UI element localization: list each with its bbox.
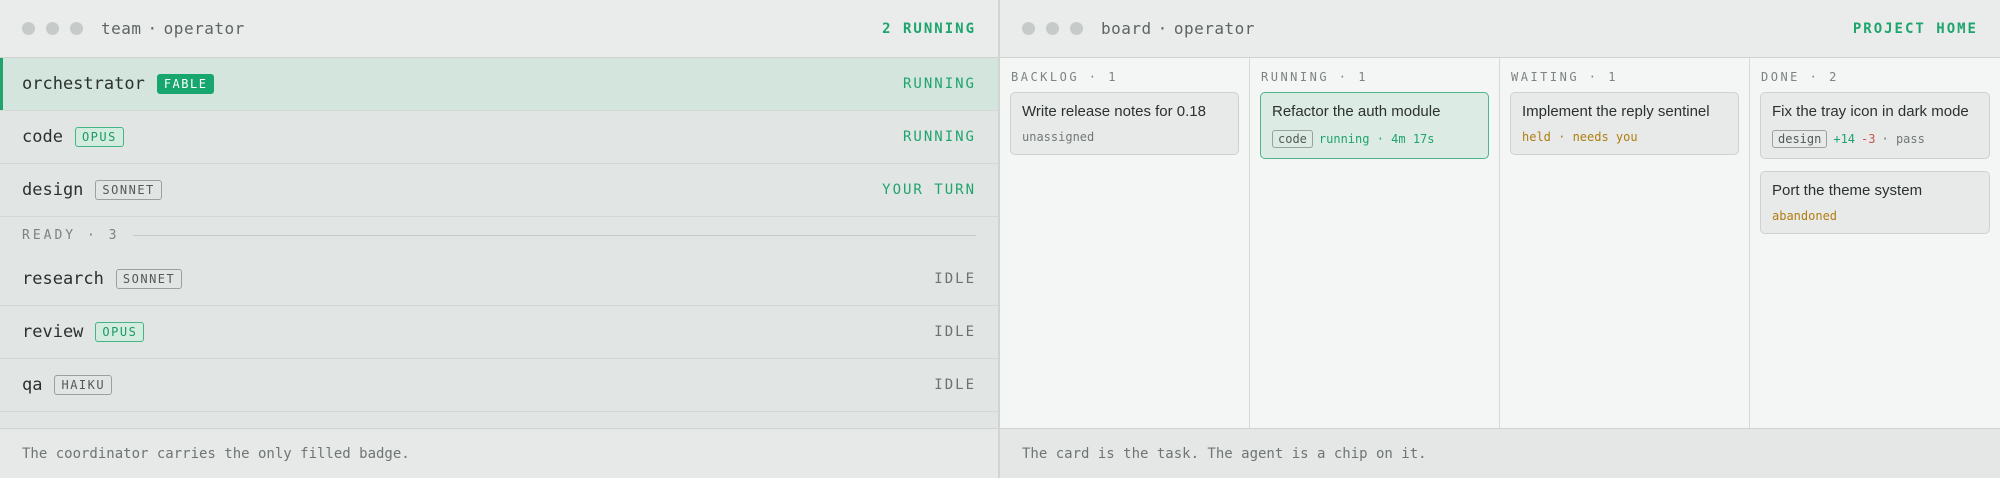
window-controls	[22, 22, 83, 35]
window-title-role: operator	[1173, 19, 1255, 38]
task-meta: held · needs you	[1522, 130, 1728, 144]
task-card[interactable]: Implement the reply sentinel held · need…	[1510, 92, 1739, 155]
agent-name: design	[22, 180, 84, 200]
agent-name: research	[22, 269, 104, 289]
minimize-dot-icon[interactable]	[1046, 22, 1059, 35]
agent-row-qa[interactable]: qa HAIKU IDLE	[0, 359, 998, 412]
window-title-app: team	[101, 19, 142, 38]
section-divider	[133, 234, 976, 236]
agent-chip[interactable]: code	[1272, 130, 1313, 148]
task-card[interactable]: Write release notes for 0.18 unassigned	[1010, 92, 1239, 155]
column-header: DONE · 2	[1761, 70, 1839, 84]
task-title: Fix the tray icon in dark mode	[1772, 103, 1969, 120]
board-footer-note: The card is the task. The agent is a chi…	[1000, 428, 2000, 478]
team-footer-note: The coordinator carries the only filled …	[0, 428, 998, 478]
agent-name: code	[22, 127, 63, 147]
agent-chip[interactable]: design	[1772, 130, 1828, 148]
task-status: abandoned	[1772, 209, 1838, 223]
agent-name: orchestrator	[22, 74, 145, 94]
lines-removed: -3	[1861, 132, 1876, 146]
task-card[interactable]: Refactor the auth module code running · …	[1260, 92, 1489, 159]
window-controls	[1022, 22, 1083, 35]
maximize-dot-icon[interactable]	[1070, 22, 1083, 35]
column-done: DONE · 2 Fix the tray icon in dark mode …	[1750, 58, 2000, 428]
agent-row-design[interactable]: design SONNET YOUR TURN	[0, 164, 998, 217]
minimize-dot-icon[interactable]	[46, 22, 59, 35]
agent-name: qa	[22, 375, 43, 395]
kanban-board: BACKLOG · 1 Write release notes for 0.18…	[1000, 58, 2000, 428]
window-title-role: operator	[163, 19, 245, 38]
agent-row-review[interactable]: review OPUS IDLE	[0, 306, 998, 359]
window-title-separator: ·	[1157, 19, 1168, 38]
model-badge: FABLE	[156, 74, 215, 94]
agent-name: review	[22, 322, 84, 342]
task-meta: code running · 4m 17s	[1272, 130, 1478, 148]
ready-section-header: READY · 3	[0, 217, 998, 253]
ready-section-label: READY · 3	[22, 227, 120, 243]
agent-status: IDLE	[934, 324, 976, 340]
agent-status: YOUR TURN	[882, 182, 976, 198]
project-home-link[interactable]: PROJECT HOME	[1853, 21, 1978, 37]
task-meta: unassigned	[1022, 130, 1228, 144]
board-window: board · operator PROJECT HOME BACKLOG · 1 …	[1000, 0, 2000, 478]
board-window-title: board · operator	[1101, 19, 1255, 38]
task-meta: design +14 -3 · pass	[1772, 130, 1979, 148]
team-titlebar: team · operator 2 RUNNING	[0, 0, 998, 58]
column-running: RUNNING · 1 Refactor the auth module cod…	[1250, 58, 1500, 428]
agent-list: orchestrator FABLE RUNNING code OPUS RUN…	[0, 58, 998, 412]
agent-status: IDLE	[934, 377, 976, 393]
maximize-dot-icon[interactable]	[70, 22, 83, 35]
task-card[interactable]: Port the theme system abandoned	[1760, 171, 1990, 234]
window-title-separator: ·	[147, 19, 158, 38]
task-title: Refactor the auth module	[1272, 103, 1441, 120]
model-badge: OPUS	[95, 322, 145, 342]
lines-added: +14	[1833, 132, 1856, 146]
model-badge: HAIKU	[54, 375, 113, 395]
task-result: · pass	[1881, 132, 1925, 146]
task-assignee: unassigned	[1022, 130, 1095, 144]
task-title: Write release notes for 0.18	[1022, 103, 1206, 120]
agent-row-research[interactable]: research SONNET IDLE	[0, 253, 998, 306]
task-status: held · needs you	[1522, 130, 1638, 144]
agent-status: RUNNING	[902, 76, 976, 92]
close-dot-icon[interactable]	[22, 22, 35, 35]
board-titlebar: board · operator PROJECT HOME	[1000, 0, 2000, 58]
column-header: WAITING · 1	[1511, 70, 1618, 84]
column-header: RUNNING · 1	[1261, 70, 1368, 84]
model-badge: SONNET	[115, 269, 183, 289]
agent-status: RUNNING	[902, 129, 976, 145]
window-title-app: board	[1101, 19, 1152, 38]
column-header: BACKLOG · 1	[1011, 70, 1118, 84]
task-status: running · 4m 17s	[1318, 132, 1435, 146]
agent-row-code[interactable]: code OPUS RUNNING	[0, 111, 998, 164]
model-badge: OPUS	[74, 127, 124, 147]
task-title: Implement the reply sentinel	[1522, 103, 1710, 120]
column-backlog: BACKLOG · 1 Write release notes for 0.18…	[1000, 58, 1250, 428]
agent-status: IDLE	[934, 271, 976, 287]
team-window: team · operator 2 RUNNING orchestrator FAB…	[0, 0, 1000, 478]
agent-row-orchestrator[interactable]: orchestrator FABLE RUNNING	[0, 58, 998, 111]
task-title: Port the theme system	[1772, 182, 1923, 199]
column-waiting: WAITING · 1 Implement the reply sentinel…	[1500, 58, 1750, 428]
task-meta: abandoned	[1772, 209, 1979, 223]
running-count: 2 RUNNING	[882, 20, 976, 37]
team-window-title: team · operator	[101, 19, 245, 38]
model-badge: SONNET	[95, 180, 162, 200]
close-dot-icon[interactable]	[1022, 22, 1035, 35]
task-card[interactable]: Fix the tray icon in dark mode design +1…	[1760, 92, 1990, 159]
